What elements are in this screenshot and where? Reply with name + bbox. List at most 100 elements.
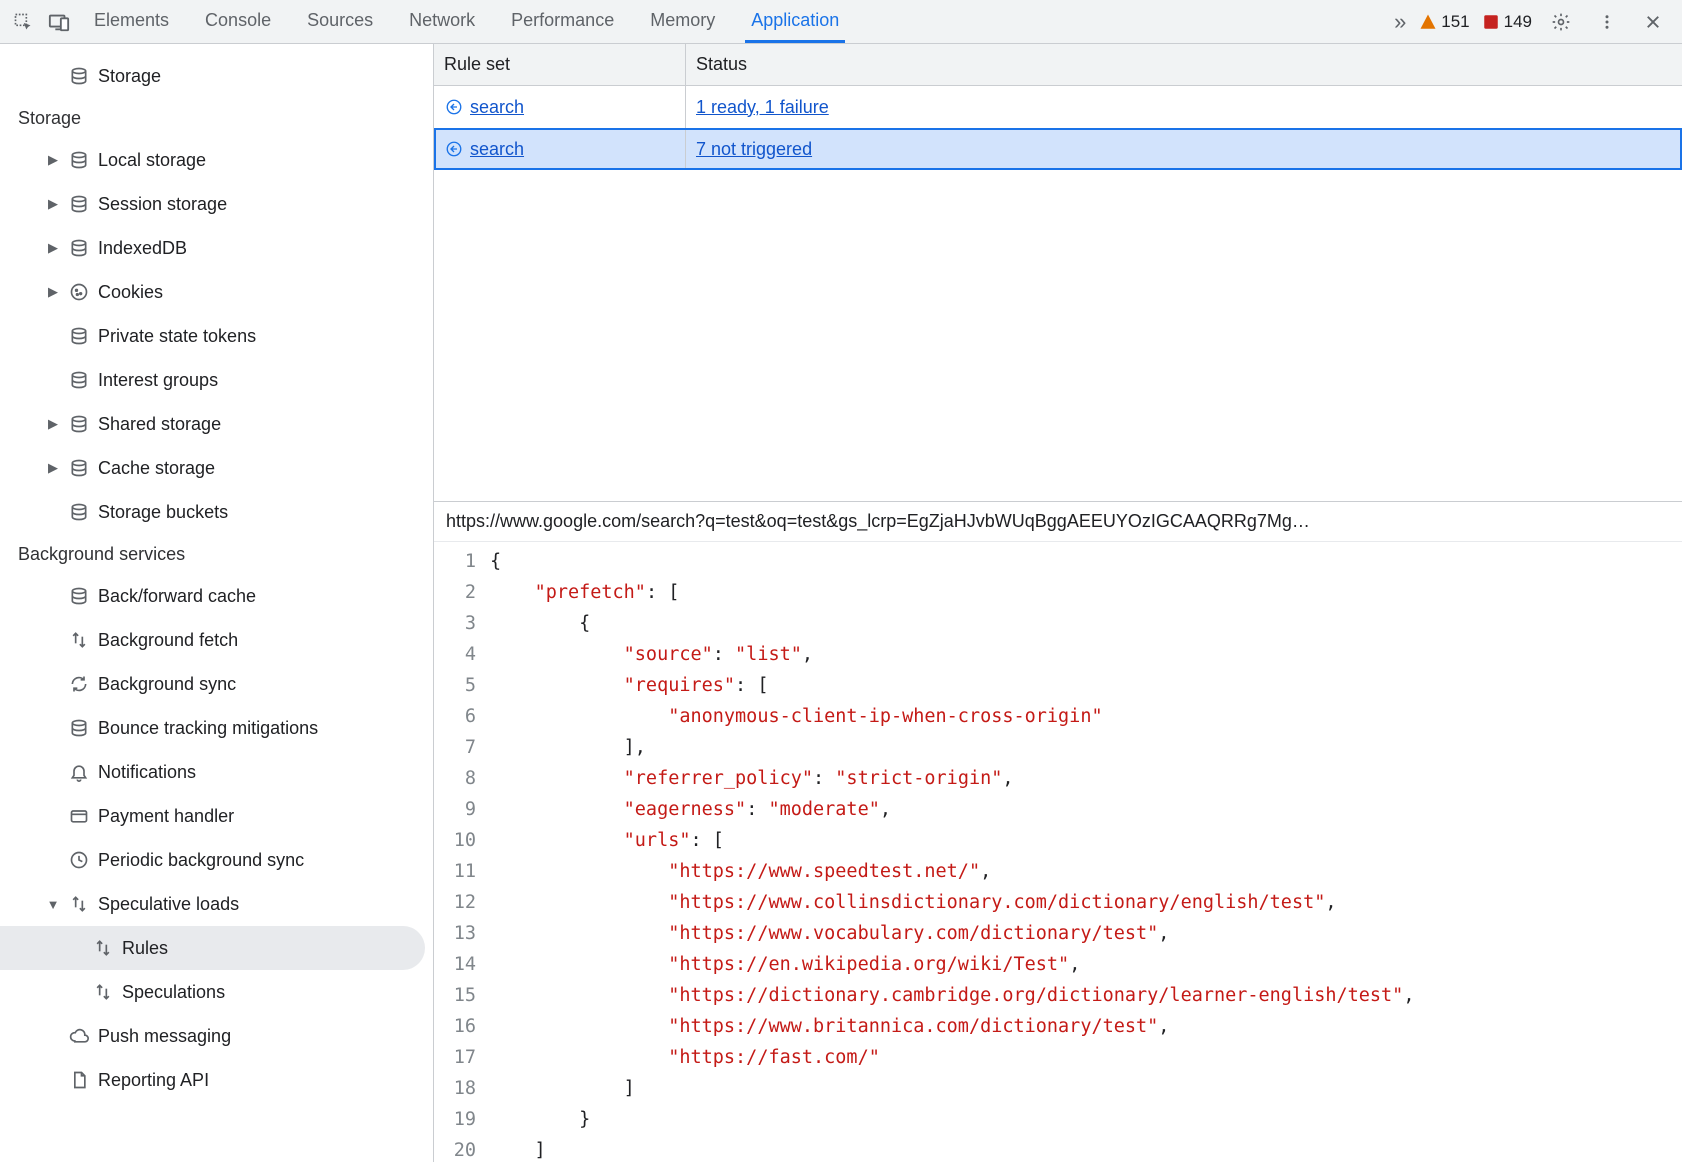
tab-sources[interactable]: Sources xyxy=(301,0,379,43)
code-line: 9 "eagerness": "moderate", xyxy=(434,794,1682,825)
sidebar-item-speculative-loads[interactable]: Speculative loads xyxy=(0,882,433,926)
database-icon xyxy=(68,65,90,87)
status-link[interactable]: 7 not triggered xyxy=(696,139,812,160)
errors-count: 149 xyxy=(1504,12,1532,32)
line-number: 8 xyxy=(434,763,490,794)
sidebar-item-storage[interactable]: Storage xyxy=(0,54,433,98)
card-icon xyxy=(68,805,90,827)
line-number: 13 xyxy=(434,918,490,949)
tab-performance[interactable]: Performance xyxy=(505,0,620,43)
sidebar-heading: Background services xyxy=(0,534,433,574)
devtools-toolbar: Elements Console Sources Network Performance… xyxy=(0,0,1682,44)
overflow-chevrons-icon: » xyxy=(1394,9,1406,35)
ruleset-link[interactable]: search xyxy=(470,139,524,160)
expander-icon[interactable] xyxy=(46,152,60,168)
sidebar-item-push-messaging[interactable]: Push messaging xyxy=(0,1014,433,1058)
expander-icon[interactable] xyxy=(46,284,60,300)
sidebar-item-notifications[interactable]: Notifications xyxy=(0,750,433,794)
sidebar-item-label: Cache storage xyxy=(98,458,215,479)
device-toolbar-icon[interactable] xyxy=(42,5,76,39)
expander-icon[interactable] xyxy=(46,460,60,476)
expander-icon[interactable] xyxy=(46,416,60,432)
line-number: 16 xyxy=(434,1011,490,1042)
sidebar-item-rules[interactable]: Rules xyxy=(0,926,425,970)
settings-gear-icon[interactable] xyxy=(1544,5,1578,39)
code-line: 2 "prefetch": [ xyxy=(434,577,1682,608)
more-tabs-button[interactable]: » xyxy=(1383,5,1417,39)
line-number: 15 xyxy=(434,980,490,1011)
ruleset-link[interactable]: search xyxy=(470,97,524,118)
tab-console[interactable]: Console xyxy=(199,0,277,43)
line-number: 19 xyxy=(434,1104,490,1135)
code-line: 5 "requires": [ xyxy=(434,670,1682,701)
close-devtools-icon[interactable] xyxy=(1636,5,1670,39)
column-ruleset[interactable]: Rule set xyxy=(434,44,686,85)
tab-network[interactable]: Network xyxy=(403,0,481,43)
sidebar-item-back-forward-cache[interactable]: Back/forward cache xyxy=(0,574,433,618)
bell-icon xyxy=(68,761,90,783)
sidebar-item-bounce-tracking-mitigations[interactable]: Bounce tracking mitigations xyxy=(0,706,433,750)
warnings-badge[interactable]: 151 xyxy=(1419,12,1469,32)
line-number: 18 xyxy=(434,1073,490,1104)
line-number: 20 xyxy=(434,1135,490,1162)
code-viewer[interactable]: 1{2 "prefetch": [3 {4 "source": "list",5… xyxy=(434,542,1682,1162)
expander-icon[interactable] xyxy=(46,196,60,212)
sidebar-item-session-storage[interactable]: Session storage xyxy=(0,182,433,226)
warnings-count: 151 xyxy=(1441,12,1469,32)
code-line: 20 ] xyxy=(434,1135,1682,1162)
transfer-icon xyxy=(92,981,114,1003)
tab-memory[interactable]: Memory xyxy=(644,0,721,43)
sidebar-item-label: Shared storage xyxy=(98,414,221,435)
database-icon xyxy=(68,237,90,259)
code-line: 16 "https://www.britannica.com/dictionar… xyxy=(434,1011,1682,1042)
sidebar-item-label: Interest groups xyxy=(98,370,218,391)
transfer-icon xyxy=(68,893,90,915)
line-number: 14 xyxy=(434,949,490,980)
sidebar-item-label: Background fetch xyxy=(98,630,238,651)
sidebar-item-payment-handler[interactable]: Payment handler xyxy=(0,794,433,838)
rulesets-table: Rule set Status search 1 ready, 1 failure… xyxy=(434,44,1682,502)
expander-icon[interactable] xyxy=(46,240,60,256)
line-number: 6 xyxy=(434,701,490,732)
line-number: 2 xyxy=(434,577,490,608)
line-number: 17 xyxy=(434,1042,490,1073)
tab-elements[interactable]: Elements xyxy=(88,0,175,43)
table-row[interactable]: search 1 ready, 1 failure xyxy=(434,86,1682,128)
sidebar-item-interest-groups[interactable]: Interest groups xyxy=(0,358,433,402)
sidebar-item-indexeddb[interactable]: IndexedDB xyxy=(0,226,433,270)
sidebar-item-label: Private state tokens xyxy=(98,326,256,347)
line-number: 3 xyxy=(434,608,490,639)
database-icon xyxy=(68,369,90,391)
sidebar-item-speculations[interactable]: Speculations xyxy=(0,970,433,1014)
code-line: 12 "https://www.collinsdictionary.com/di… xyxy=(434,887,1682,918)
application-content: Rule set Status search 1 ready, 1 failure… xyxy=(434,44,1682,1162)
kebab-menu-icon[interactable] xyxy=(1590,5,1624,39)
ruleset-source-url: https://www.google.com/search?q=test&oq=… xyxy=(434,502,1682,542)
database-icon xyxy=(68,149,90,171)
sidebar-item-shared-storage[interactable]: Shared storage xyxy=(0,402,433,446)
line-number: 12 xyxy=(434,887,490,918)
sidebar-item-periodic-background-sync[interactable]: Periodic background sync xyxy=(0,838,433,882)
table-row[interactable]: search 7 not triggered xyxy=(434,128,1682,170)
application-sidebar[interactable]: StorageStorageLocal storageSession stora… xyxy=(0,44,434,1162)
sidebar-item-reporting-api[interactable]: Reporting API xyxy=(0,1058,433,1102)
sidebar-item-local-storage[interactable]: Local storage xyxy=(0,138,433,182)
clock-icon xyxy=(68,849,90,871)
sidebar-item-cache-storage[interactable]: Cache storage xyxy=(0,446,433,490)
transfer-icon xyxy=(92,937,114,959)
sidebar-item-label: Notifications xyxy=(98,762,196,783)
column-status[interactable]: Status xyxy=(686,44,1682,85)
sidebar-item-private-state-tokens[interactable]: Private state tokens xyxy=(0,314,433,358)
tab-application[interactable]: Application xyxy=(745,0,845,43)
sidebar-item-label: Speculations xyxy=(122,982,225,1003)
sidebar-item-background-sync[interactable]: Background sync xyxy=(0,662,433,706)
inspect-element-icon[interactable] xyxy=(6,5,40,39)
errors-badge[interactable]: 149 xyxy=(1482,12,1532,32)
status-link[interactable]: 1 ready, 1 failure xyxy=(696,97,829,118)
sidebar-item-label: Bounce tracking mitigations xyxy=(98,718,318,739)
expander-icon[interactable] xyxy=(46,897,60,912)
sidebar-item-cookies[interactable]: Cookies xyxy=(0,270,433,314)
code-line: 18 ] xyxy=(434,1073,1682,1104)
sidebar-item-storage-buckets[interactable]: Storage buckets xyxy=(0,490,433,534)
sidebar-item-background-fetch[interactable]: Background fetch xyxy=(0,618,433,662)
